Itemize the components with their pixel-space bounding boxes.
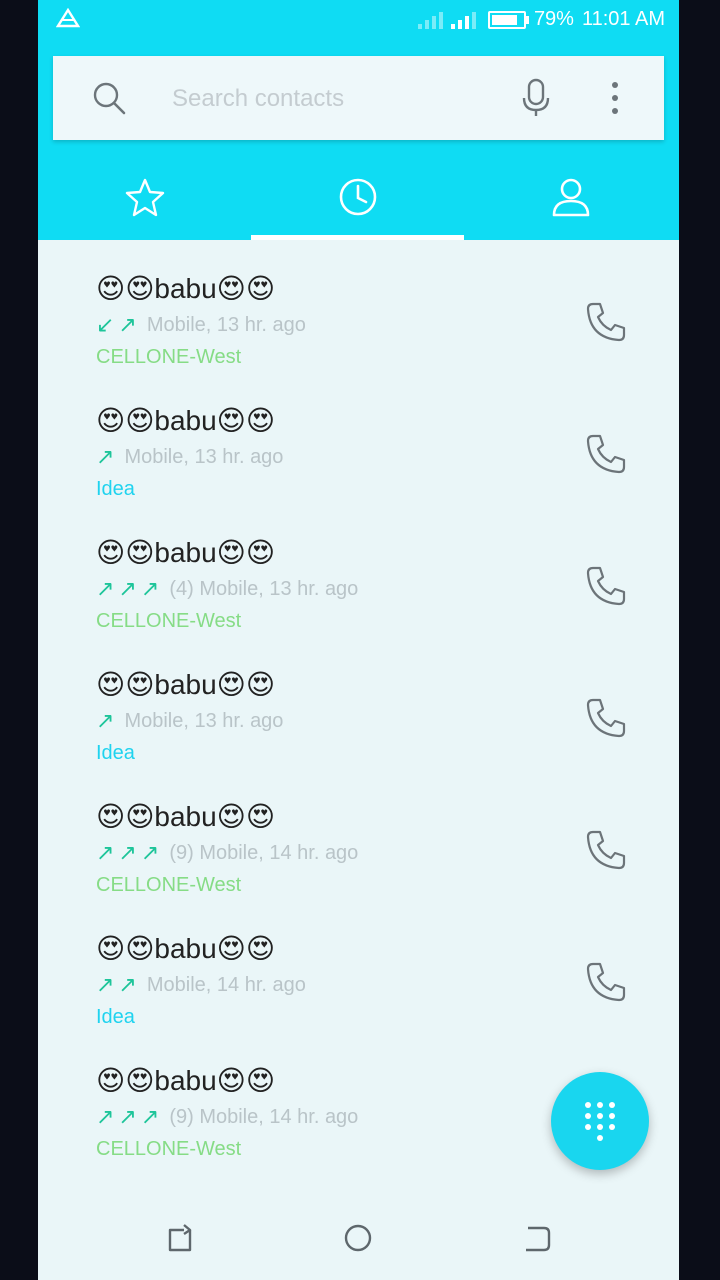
microphone-icon[interactable] [519,78,553,118]
dialpad-button[interactable] [551,1072,649,1170]
search-bar[interactable] [53,56,664,140]
phone-icon[interactable] [584,828,628,872]
call-details: ↗ Mobile, 13 hr. ago [96,708,283,734]
call-log-item[interactable]: 😍😍babu😍😍 ↗↗↗ (9) Mobile, 14 hr. ago CELL… [38,768,679,900]
sim-carrier-label: Idea [96,742,135,764]
phone-icon[interactable] [584,564,628,608]
sim-carrier-label: Idea [96,1006,135,1028]
back-icon[interactable] [518,1220,554,1256]
contact-name: 😍😍babu😍😍 [96,537,276,568]
tab-favorites[interactable] [38,160,251,240]
call-direction-icon: ↗ [96,444,119,469]
contact-name: 😍😍babu😍😍 [96,669,276,700]
contact-name: 😍😍babu😍😍 [96,273,276,304]
phone-icon[interactable] [584,300,628,344]
status-bar: 79% 11:01 AM [38,0,679,40]
call-details: ↗↗↗ (9) Mobile, 14 hr. ago [96,1104,358,1130]
sim1-signal-icon [417,11,443,29]
call-direction-icon: ↗↗ [96,972,141,997]
dialer-screen: 79% 11:01 AM Search contacts 😍😍babu😍😍 ↙↗… [38,0,679,1280]
call-direction-icon: ↙↗ [96,312,141,337]
call-direction-icon: ↗↗↗ [96,1104,164,1129]
call-details: ↗↗ Mobile, 14 hr. ago [96,972,306,998]
search-input[interactable] [170,80,494,118]
call-log-item[interactable]: 😍😍babu😍😍 ↗ Mobile, 13 hr. ago Idea [38,372,679,504]
call-details: ↗ Mobile, 13 hr. ago [96,444,283,470]
search-icon [93,82,126,115]
star-icon [125,178,164,217]
more-options-icon[interactable] [605,78,625,118]
sim-carrier-label: CELLONE-West [96,610,242,632]
call-log-item[interactable]: 😍😍babu😍😍 ↗↗↗ (4) Mobile, 13 hr. ago CELL… [38,504,679,636]
call-detail-text: Mobile, 13 hr. ago [124,709,284,732]
call-detail-text: Mobile, 13 hr. ago [146,313,306,336]
contact-name: 😍😍babu😍😍 [96,801,276,832]
contact-name: 😍😍babu😍😍 [96,1065,276,1096]
call-details: ↙↗ Mobile, 13 hr. ago [96,312,306,338]
clock-icon [339,178,376,216]
sim-carrier-label: CELLONE-West [96,874,242,896]
dialpad-icon [585,1102,615,1141]
phone-icon[interactable] [584,960,628,1004]
call-details: ↗↗↗ (4) Mobile, 13 hr. ago [96,576,358,602]
call-log-item[interactable]: 😍😍babu😍😍 ↗↗ Mobile, 14 hr. ago Idea [38,900,679,1032]
call-detail-text: (9) Mobile, 14 hr. ago [169,1105,359,1128]
contact-name: 😍😍babu😍😍 [96,933,276,964]
call-detail-text: Mobile, 14 hr. ago [146,973,306,996]
battery-icon [487,10,529,29]
app-header: 79% 11:01 AM [38,0,679,240]
system-nav-bar [38,1192,679,1280]
phone-icon[interactable] [584,432,628,476]
call-log-item[interactable]: 😍😍babu😍😍 ↗ Mobile, 13 hr. ago Idea [38,636,679,768]
sim-carrier-label: CELLONE-West [96,1138,242,1160]
phone-icon[interactable] [584,696,628,740]
person-icon [552,178,589,217]
notification-icon [55,7,81,34]
tab-recents[interactable] [251,160,464,240]
clock: 11:01 AM [581,8,665,30]
sim-carrier-label: Idea [96,478,135,500]
call-details: ↗↗↗ (9) Mobile, 14 hr. ago [96,840,358,866]
call-log-item[interactable]: 😍😍babu😍😍 ↙↗ Mobile, 13 hr. ago CELLONE-W… [38,240,679,372]
battery-level: 79% [533,8,574,30]
sim2-signal-icon [450,11,476,29]
tab-bar [38,160,679,240]
call-detail-text: (9) Mobile, 14 hr. ago [169,841,359,864]
sim-carrier-label: CELLONE-West [96,346,242,368]
call-direction-icon: ↗↗↗ [96,576,164,601]
tab-contacts[interactable] [464,160,677,240]
home-icon[interactable] [340,1220,376,1256]
recent-apps-icon[interactable] [162,1220,198,1256]
call-direction-icon: ↗↗↗ [96,840,164,865]
contact-name: 😍😍babu😍😍 [96,405,276,436]
status-indicators: 79% 11:01 AM [417,8,665,31]
call-detail-text: (4) Mobile, 13 hr. ago [169,577,359,600]
call-direction-icon: ↗ [96,708,119,733]
call-detail-text: Mobile, 13 hr. ago [124,445,284,468]
